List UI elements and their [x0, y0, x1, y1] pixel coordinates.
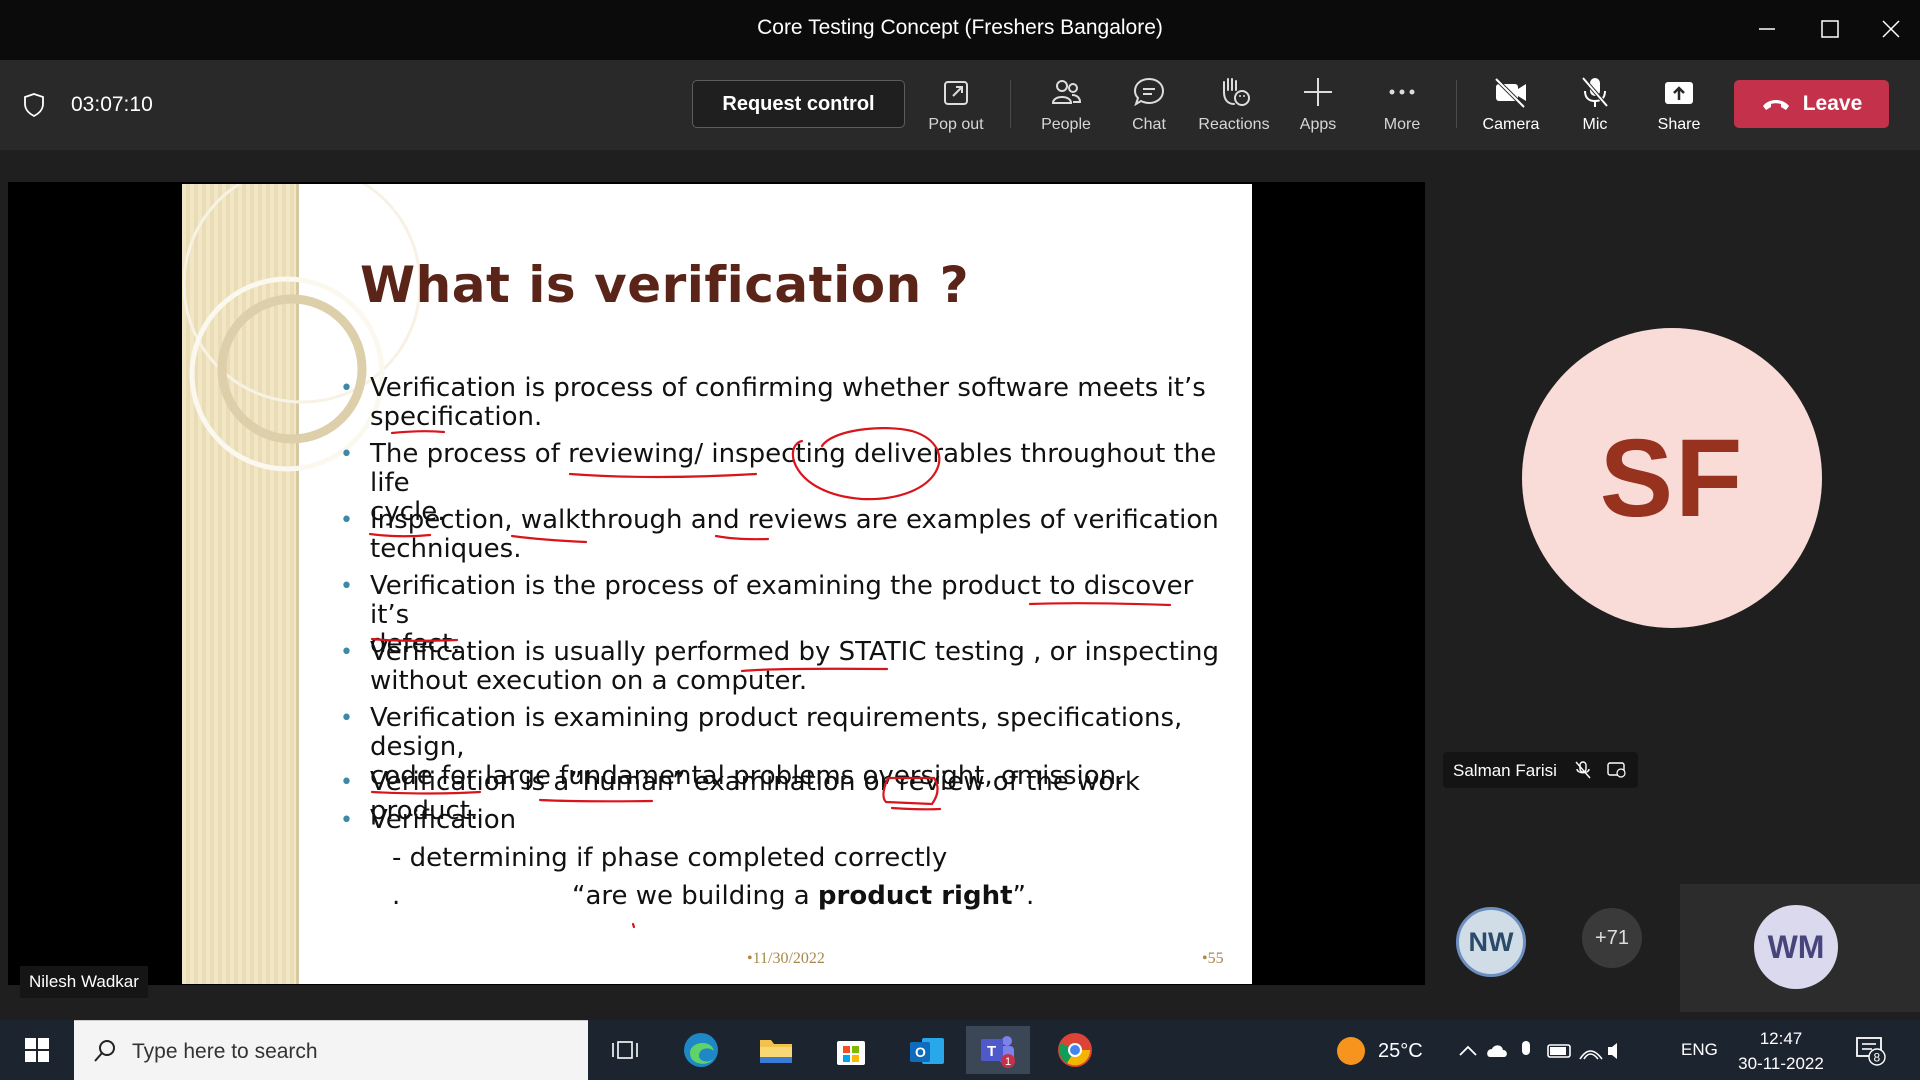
onedrive-icon	[1487, 1045, 1507, 1057]
start-button[interactable]	[12, 1026, 62, 1074]
chevron-up-icon	[1459, 1045, 1477, 1056]
pop-out-icon	[944, 81, 968, 105]
teams-icon: T1	[981, 1036, 1015, 1068]
participant-avatar-main: SF	[1522, 328, 1822, 628]
teams-taskbar-button[interactable]: T1	[966, 1026, 1030, 1074]
share-icon	[1665, 82, 1693, 104]
ink-annotations	[368, 427, 1172, 929]
store-taskbar-button[interactable]	[826, 1026, 876, 1074]
wifi-icon	[1579, 1050, 1603, 1060]
close-button[interactable]	[1876, 14, 1906, 44]
request-control-button[interactable]: Request control	[692, 80, 905, 128]
people-icon	[1051, 80, 1082, 104]
ink-strokes	[368, 427, 1172, 929]
file-explorer-taskbar-button[interactable]	[751, 1026, 801, 1074]
edge-taskbar-button[interactable]	[676, 1026, 726, 1074]
presenter-name-tag: Nilesh Wadkar	[20, 966, 148, 998]
camera-off-icon	[1494, 77, 1526, 109]
people-button[interactable]: People	[1023, 74, 1109, 138]
svg-text:1: 1	[1005, 1056, 1011, 1068]
mic-off-icon	[1581, 76, 1609, 108]
minimize-icon	[1759, 28, 1775, 30]
volume-icon	[1608, 1043, 1617, 1059]
taskbar-search-box[interactable]: Type here to search	[74, 1020, 588, 1080]
more-icon	[1389, 89, 1415, 95]
folder-icon	[760, 1040, 792, 1063]
reactions-button[interactable]: Reactions	[1191, 74, 1277, 138]
system-tray-icons	[1459, 1041, 1617, 1060]
pop-out-button[interactable]: Pop out	[913, 74, 999, 138]
presentation-slide: What is verification ? • Verification is …	[182, 184, 1252, 984]
meeting-toolbar: 03:07:10 Request control Pop out People …	[0, 60, 1920, 150]
notification-icon: 8	[1856, 1037, 1886, 1066]
sun-icon	[1337, 1037, 1365, 1065]
svg-text:O: O	[915, 1044, 926, 1060]
participant-name-tag: Salman Farisi	[1443, 752, 1638, 788]
close-icon	[1882, 20, 1900, 38]
notifications-button[interactable]: 8	[1846, 1026, 1896, 1074]
screen-share-icon	[1607, 762, 1626, 778]
minimize-button[interactable]	[1752, 14, 1782, 44]
shield-icon	[24, 93, 44, 118]
search-icon	[94, 1040, 115, 1062]
plus-icon	[1304, 78, 1332, 106]
mic-button[interactable]: Mic	[1552, 74, 1638, 138]
edge-icon	[684, 1033, 718, 1067]
taskbar-clock[interactable]: 12:47 30-11-2022	[1736, 1026, 1826, 1076]
maximize-button[interactable]	[1815, 14, 1845, 44]
svg-text:T: T	[987, 1043, 996, 1060]
camera-button[interactable]: Camera	[1468, 74, 1554, 138]
chrome-taskbar-button[interactable]	[1050, 1026, 1100, 1074]
outlook-icon: O	[910, 1038, 944, 1064]
leave-button[interactable]: Leave	[1734, 80, 1889, 128]
hang-up-icon	[1762, 100, 1789, 110]
chat-button[interactable]: Chat	[1106, 74, 1192, 138]
participant-avatar-wm: WM	[1754, 905, 1838, 989]
maximize-icon	[1821, 20, 1839, 38]
share-button[interactable]: Share	[1636, 74, 1722, 138]
apps-button[interactable]: Apps	[1275, 74, 1361, 138]
system-tray[interactable]	[1450, 1026, 1620, 1074]
meeting-timer: 03:07:10	[71, 93, 153, 116]
task-view-button[interactable]	[600, 1026, 650, 1074]
participant-avatar-nw[interactable]: NW	[1456, 907, 1526, 977]
reactions-icon	[1223, 78, 1250, 106]
chat-icon	[1133, 77, 1165, 107]
mic-icon	[1522, 1041, 1530, 1055]
more-button[interactable]: More	[1359, 74, 1445, 138]
more-participants-button[interactable]: +71	[1582, 908, 1642, 968]
store-icon	[837, 1041, 865, 1065]
title-bar: Core Testing Concept (Freshers Bangalore…	[0, 0, 1920, 60]
svg-text:8: 8	[1874, 1051, 1881, 1065]
weather-widget[interactable]: 25°C	[1336, 1036, 1423, 1066]
chrome-icon	[1058, 1033, 1092, 1067]
outlook-taskbar-button[interactable]: O	[902, 1026, 952, 1074]
mic-off-icon	[1575, 761, 1591, 779]
windows-logo-icon	[25, 1038, 49, 1062]
task-view-icon	[612, 1041, 638, 1059]
window-title: Core Testing Concept (Freshers Bangalore…	[757, 16, 1163, 39]
language-indicator[interactable]: ENG	[1681, 1040, 1718, 1060]
